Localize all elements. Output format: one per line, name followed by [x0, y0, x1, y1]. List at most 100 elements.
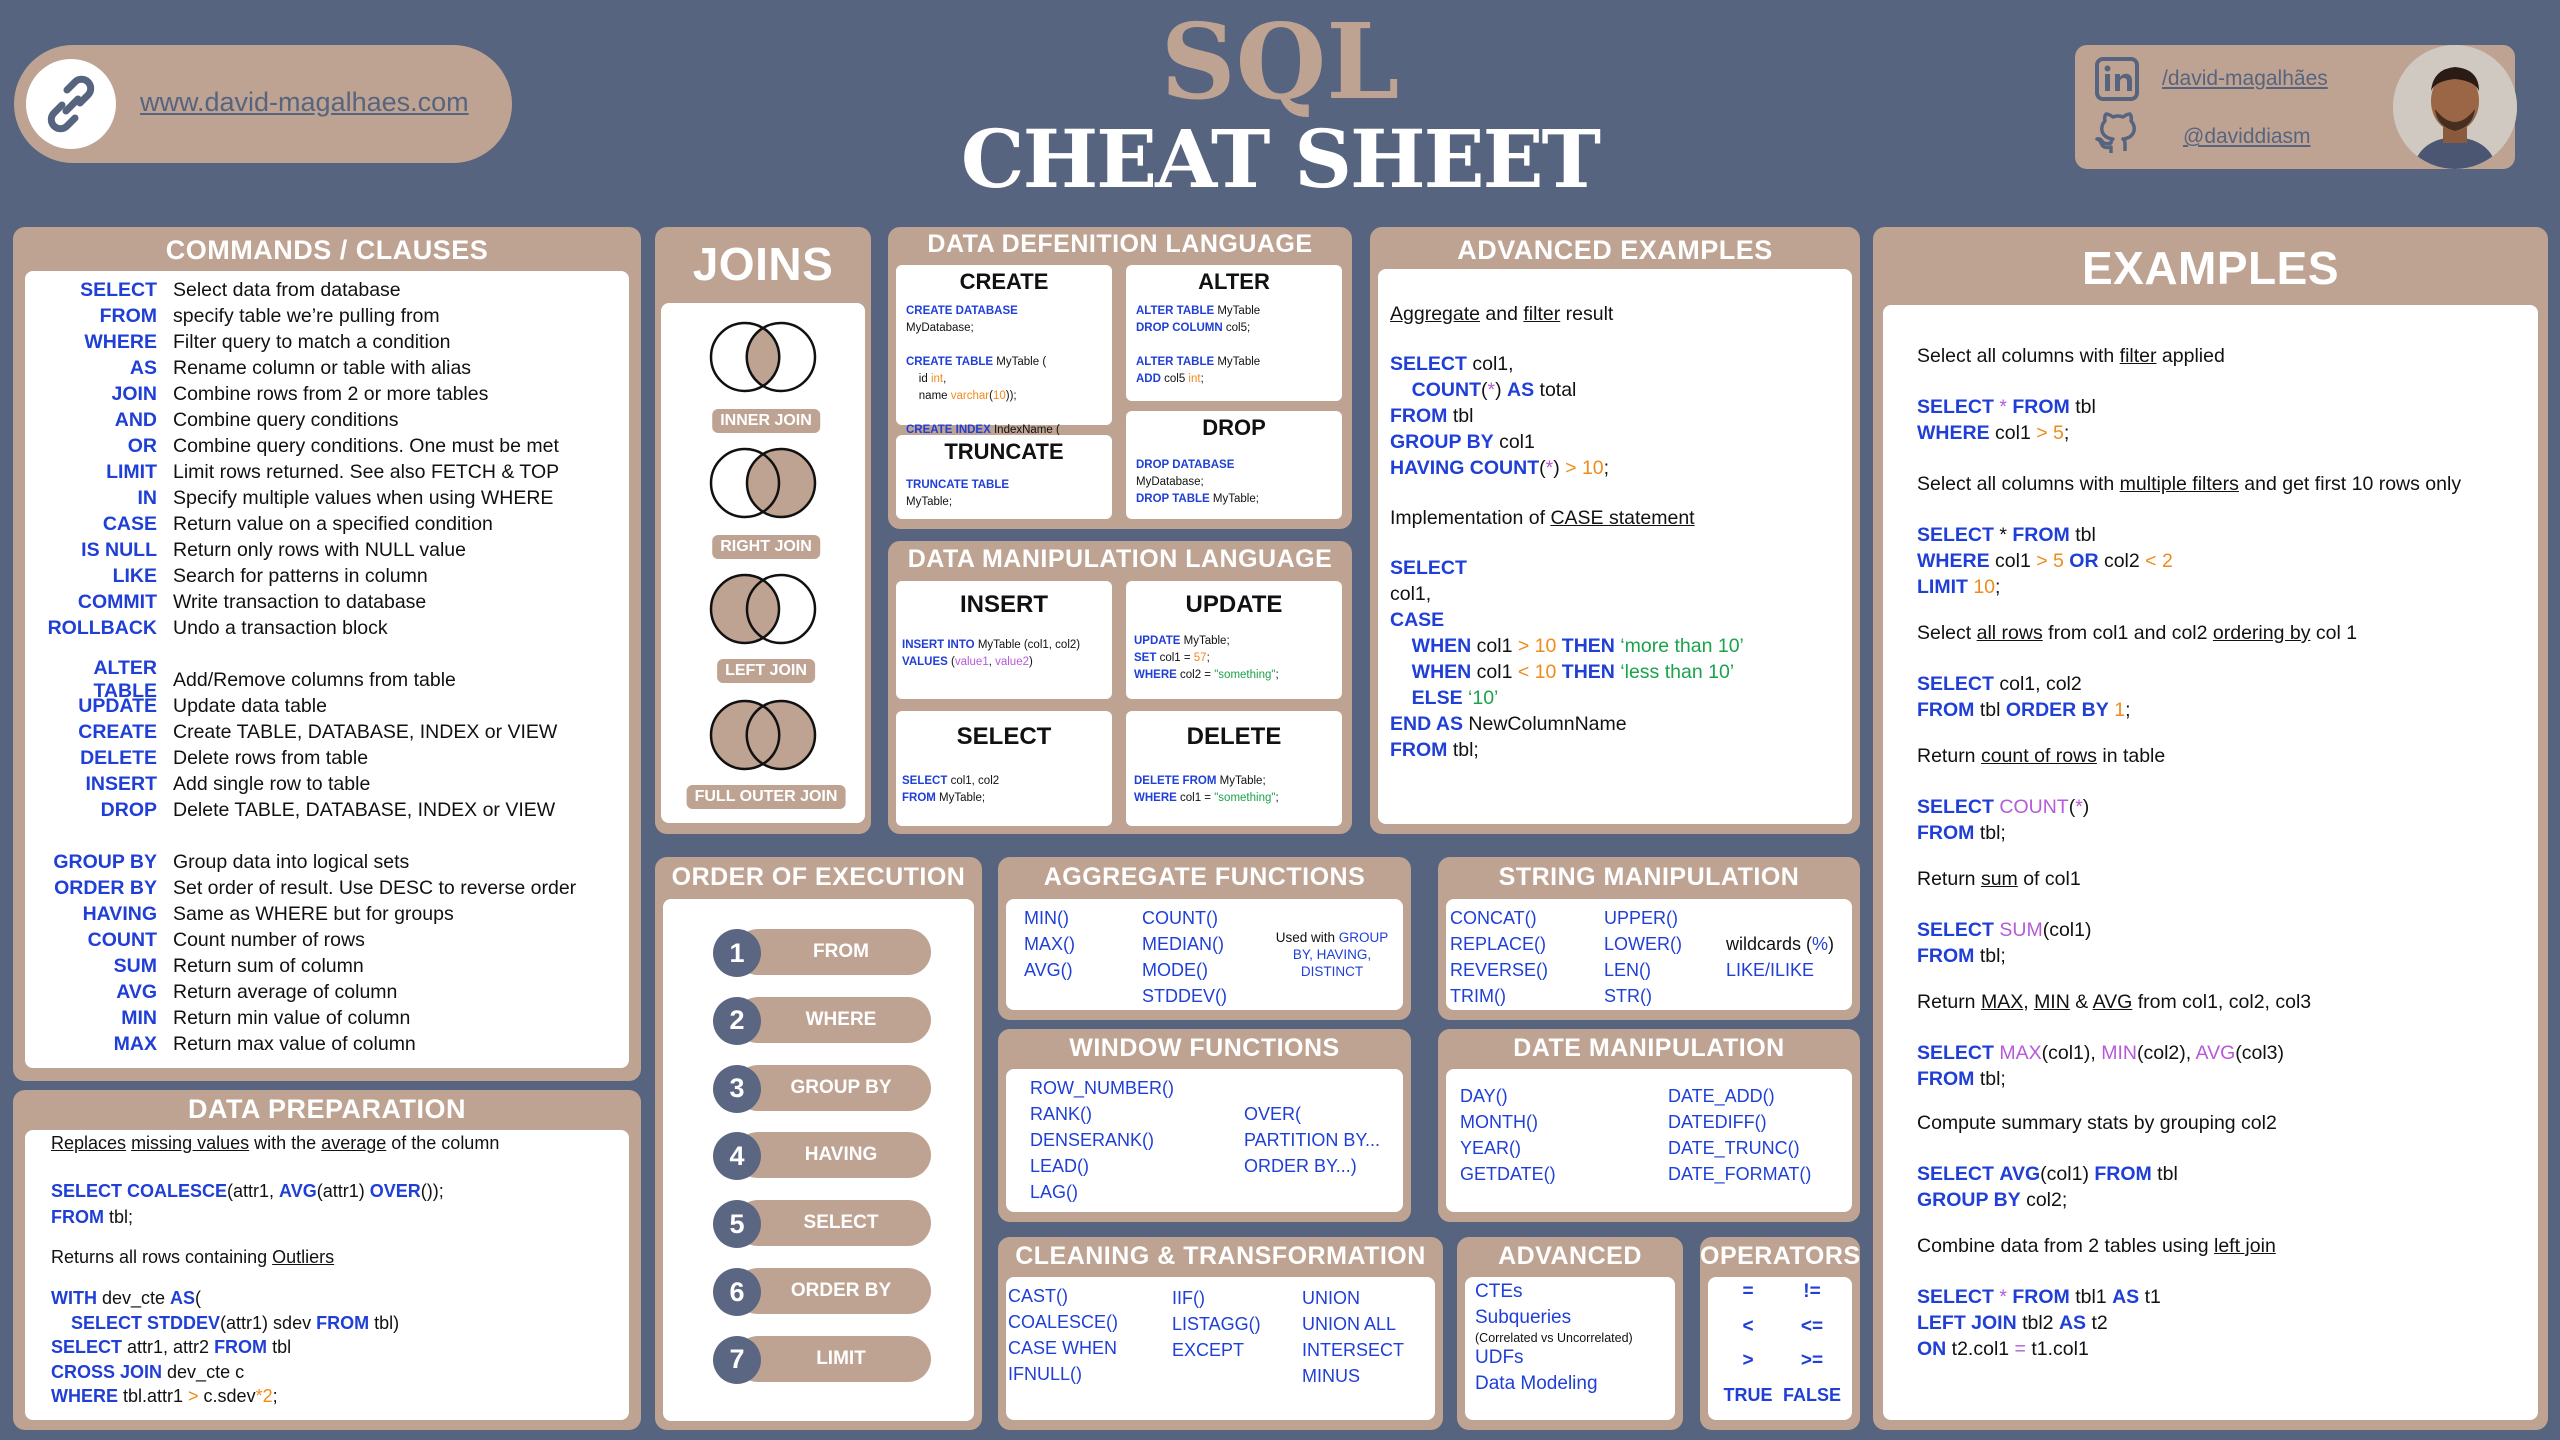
- advanced-list: CTEs Subqueries (Correlated vs Uncorrela…: [1475, 1279, 1633, 1397]
- cleaning-function: LISTAGG(): [1172, 1314, 1261, 1334]
- advanced-examples-content: Aggregate and filter result SELECT col1,…: [1390, 301, 1845, 763]
- linkedin-icon: [2095, 57, 2139, 101]
- aggregate-function: AVG(): [1024, 960, 1073, 980]
- commands-group-1: SELECT Select data from database FROM speci…: [25, 277, 629, 641]
- command-row: OR Combine query conditions. One must be …: [25, 433, 629, 459]
- dml-delete-title: DELETE: [1186, 723, 1282, 750]
- data-prep-desc-1: Replaces missing values with the average…: [51, 1133, 500, 1153]
- command-row: UPDATE Update data table: [25, 693, 629, 719]
- github-link[interactable]: @daviddiasm: [2183, 125, 2311, 149]
- outliers-code: WITH dev_cte AS( SELECT STDDEV(attr1) sd…: [51, 1288, 400, 1406]
- command-description: Same as WHERE but for groups: [173, 902, 454, 925]
- ddl-drop: DROP DROP DATABASE MyDatabase; DROP TABL…: [1126, 411, 1342, 519]
- dml-update-code: UPDATE MyTable; SET col1 = 57; WHERE col…: [1134, 635, 1279, 681]
- command-row: DELETE Delete rows from table: [25, 745, 629, 771]
- joins-panel: JOINS INNER JOIN RIGHT JOIN LEFT JOIN FU…: [655, 227, 871, 834]
- execution-step-label: ORDER BY: [735, 1268, 931, 1314]
- operator: =: [1742, 1281, 1754, 1302]
- ex-6-code: SELECT MAX(col1), MIN(col2), AVG(col3) F…: [1917, 1042, 2285, 1090]
- aggregate-function: MIN(): [1024, 908, 1069, 928]
- full-outer-join-venn-icon: [709, 699, 817, 771]
- date-title: DATE MANIPULATION: [1513, 1034, 1785, 1062]
- window-panel: WINDOW FUNCTIONS ROW_NUMBER() RANK() DENSE…: [998, 1029, 1411, 1222]
- command-keyword: SUM: [113, 954, 157, 977]
- order-exec-title: ORDER OF EXECUTION: [671, 863, 966, 891]
- command-keyword: FROM: [99, 304, 157, 327]
- date-function: DATEDIFF(): [1668, 1112, 1767, 1132]
- command-keyword: OR: [127, 434, 157, 457]
- command-row: COUNT Count number of rows: [25, 927, 629, 953]
- social-box: /david-magalhães @daviddiasm: [2075, 45, 2517, 169]
- right-join-label: RIGHT JOIN: [712, 535, 820, 559]
- command-row: DROP Delete TABLE, DATABASE, INDEX or VIE…: [25, 797, 629, 823]
- string-col-2: UPPER() LOWER() LEN() STR(): [1604, 905, 1682, 1009]
- operators-panel: OPERATORS = != < <= > >= TRUE FALSE: [1700, 1237, 1860, 1430]
- command-row: SUM Return sum of column: [25, 953, 629, 979]
- data-prep-panel: DATA PREPARATION Replaces missing values…: [13, 1090, 641, 1430]
- command-keyword: LIMIT: [106, 460, 157, 483]
- command-keyword: COMMIT: [77, 590, 157, 613]
- command-description: specify table we’re pulling from: [173, 304, 440, 327]
- command-description: Filter query to match a condition: [173, 330, 451, 353]
- command-keyword: MIN: [121, 1006, 157, 1029]
- execution-step-label: HAVING: [735, 1132, 931, 1179]
- operator: !=: [1803, 1281, 1821, 1302]
- command-description: Count number of rows: [173, 928, 365, 951]
- command-description: Return max value of column: [173, 1032, 416, 1055]
- window-clause: ORDER BY...): [1244, 1156, 1357, 1176]
- command-keyword: ORDER BY: [54, 876, 157, 899]
- string-body: CONCAT() REPLACE() REVERSE() TRIM() UPPER()…: [1446, 899, 1852, 1010]
- execution-step-label: FROM: [735, 929, 931, 975]
- command-row: JOIN Combine rows from 2 or more tables: [25, 381, 629, 407]
- dml-delete: DELETE DELETE FROM MyTable; WHERE col1 =…: [1126, 711, 1342, 826]
- ddl-alter-code: ALTER TABLE MyTable DROP COLUMN col5; AL…: [1136, 305, 1261, 385]
- date-col-2: DATE_ADD() DATEDIFF() DATE_TRUNC() DATE_FOR…: [1668, 1083, 1811, 1187]
- cleaning-col-2: IIF() LISTAGG() EXCEPT: [1172, 1285, 1261, 1363]
- aggregate-body: MIN() MAX() AVG() COUNT() MEDIAN() MODE() STD…: [1006, 899, 1403, 1010]
- command-description: Add/Remove columns from table: [173, 668, 456, 691]
- date-function: DAY(): [1460, 1086, 1508, 1106]
- command-row: ORDER BY Set order of result. Use DESC to…: [25, 875, 629, 901]
- dml-title: DATA MANIPULATION LANGUAGE: [907, 545, 1333, 573]
- linkedin-link[interactable]: /david-magalhães: [2162, 67, 2328, 91]
- execution-step-label: GROUP BY: [735, 1064, 931, 1111]
- command-row: AND Combine query conditions: [25, 407, 629, 433]
- ddl-alter: ALTER ALTER TABLE MyTable DROP COLUMN co…: [1126, 265, 1342, 401]
- dml-insert-title: INSERT: [959, 591, 1048, 618]
- command-keyword: AS: [129, 356, 157, 379]
- dml-select-title: SELECT: [956, 723, 1052, 750]
- window-function: LEAD(): [1030, 1156, 1090, 1176]
- left-join-venn-icon: [709, 573, 817, 645]
- string-function: REVERSE(): [1450, 960, 1549, 980]
- order-exec-body: FROM 1 WHERE 2 GROUP BY 3 HAVING 4 SELECT 5 ORDER …: [663, 899, 974, 1421]
- advanced-item-correlated: (Correlated vs Uncorrelated): [1475, 1331, 1633, 1345]
- ex-3-code: SELECT col1, col2 FROM tbl ORDER BY 1;: [1917, 673, 2131, 721]
- execution-step-label: LIMIT: [735, 1335, 931, 1382]
- ddl-create: CREATE CREATE DATABASE MyDatabase; CREAT…: [896, 265, 1112, 453]
- string-function: REPLACE(): [1450, 934, 1547, 954]
- command-description: Group data into logical sets: [173, 850, 410, 873]
- command-description: Return value on a specified condition: [173, 512, 493, 535]
- command-keyword: AVG: [116, 980, 157, 1003]
- execution-step-label: WHERE: [735, 996, 931, 1043]
- operator: <=: [1800, 1315, 1824, 1337]
- command-description: Add single row to table: [173, 772, 371, 795]
- joins-body: INNER JOIN RIGHT JOIN LEFT JOIN FULL OUT…: [661, 303, 865, 823]
- aggregate-function: MEDIAN(): [1142, 934, 1224, 954]
- ddl-alter-title: ALTER: [1198, 269, 1270, 294]
- execution-step: GROUP BY 3: [713, 1064, 931, 1113]
- execution-step: HAVING 4: [713, 1132, 931, 1181]
- date-function: DATE_TRUNC(): [1668, 1138, 1800, 1158]
- ex-2-code: SELECT * FROM tbl WHERE col1 > 5 OR col2…: [1917, 524, 2173, 598]
- dml-insert: INSERT INSERT INTO MyTable (col1, col2) …: [896, 581, 1112, 699]
- advanced-examples-body: Aggregate and filter result SELECT col1,…: [1378, 269, 1852, 824]
- execution-step: WHERE 2: [713, 996, 931, 1045]
- command-keyword: DROP: [100, 798, 157, 821]
- inner-join-venn-icon: [709, 321, 817, 393]
- cleaning-function: IFNULL(): [1008, 1364, 1083, 1384]
- date-body: DAY() MONTH() YEAR() GETDATE() DATE_ADD() DA…: [1446, 1069, 1852, 1212]
- joins-title: JOINS: [692, 238, 834, 290]
- examples-content: Select all columns with filter applied S…: [1917, 343, 2532, 1362]
- string-function: TRIM(): [1450, 986, 1506, 1006]
- left-join: LEFT JOIN: [661, 569, 871, 689]
